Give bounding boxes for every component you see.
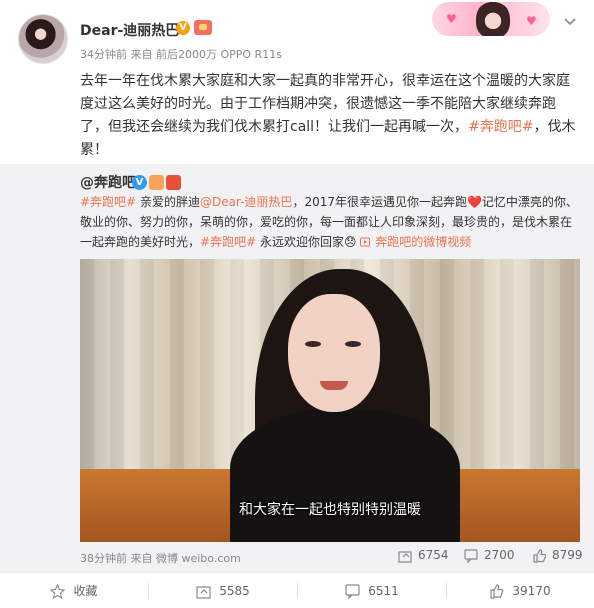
action-bar: 收藏 5585 6511 39170: [0, 572, 594, 608]
heart-icon: ♥: [446, 12, 457, 26]
star-icon: [50, 584, 66, 599]
video-person-face: [288, 294, 380, 412]
forward-icon: [196, 586, 211, 599]
forward-count: 6754: [418, 548, 449, 562]
repost-card: @奔跑吧 V #奔跑吧# 亲爱的胖迪@Dear-迪丽热巴，2017年很幸运遇见你…: [0, 164, 594, 572]
video-person-eye: [345, 341, 361, 347]
repost-text-segment: 永远欢迎你回家😞: [256, 235, 361, 249]
like-icon: [490, 584, 504, 599]
comment-icon: [345, 584, 360, 599]
mention-link[interactable]: @Dear-迪丽热巴: [200, 195, 292, 209]
video-link-label[interactable]: 奔跑吧的微博视频: [375, 235, 471, 249]
comment-count: 6511: [368, 584, 399, 598]
repost-text: #奔跑吧# 亲爱的胖迪@Dear-迪丽热巴，2017年很幸运遇见你一起奔跑❤️记…: [80, 192, 580, 252]
username[interactable]: Dear-迪丽热巴: [80, 20, 179, 40]
repost-author[interactable]: @奔跑吧: [80, 172, 136, 192]
post-meta: 34分钟前 来自 前后2000万 OPPO R11s: [80, 48, 282, 61]
repost-comment-count[interactable]: 2700: [464, 548, 515, 563]
video-person-eye: [305, 341, 321, 347]
video-person-body: [230, 409, 460, 542]
comment-icon: [464, 548, 478, 563]
post-text: 去年一年在伐木累大家庭和大家一起真的非常开心，很幸运在这个温暖的大家庭度过这么美…: [80, 70, 580, 162]
favorite-label: 收藏: [73, 584, 98, 598]
comment-count: 2700: [484, 548, 515, 562]
comment-button[interactable]: 6511: [298, 573, 446, 608]
verified-blue-icon: V: [132, 175, 147, 190]
post-header: Dear-迪丽热巴 V 34分钟前 来自 前后2000万 OPPO R11s ♥…: [0, 0, 594, 68]
verified-badge: V: [176, 21, 190, 35]
forward-icon: [398, 550, 412, 563]
repost-text-segment: 亲爱的胖迪: [136, 195, 200, 209]
video-subtitle: 和大家在一起也特别特别温暖: [239, 502, 421, 518]
repost-like-count[interactable]: 8799: [532, 548, 583, 563]
member-badge-icon[interactable]: [194, 20, 212, 35]
video-player[interactable]: 和大家在一起也特别特别温暖: [80, 259, 580, 542]
link-icon: [360, 237, 371, 247]
repost-footer: 38分钟前 来自 微博 weibo.com 6754 2700 8799: [80, 546, 583, 566]
like-count: 8799: [552, 548, 583, 562]
like-icon: [533, 548, 546, 563]
hashtag-link[interactable]: #奔跑吧#: [468, 119, 533, 135]
card-decoration: ♥ ♥: [432, 2, 550, 36]
heart-icon: ♥: [526, 14, 537, 28]
favorite-button[interactable]: 收藏: [0, 573, 148, 608]
repost-forward-count[interactable]: 6754: [398, 548, 449, 563]
like-count: 39170: [512, 584, 551, 598]
red-envelope-icon[interactable]: [166, 175, 181, 190]
repost-badges: V: [132, 172, 183, 191]
repost-meta: 38分钟前 来自 微博 weibo.com: [80, 552, 241, 565]
member-icon[interactable]: [149, 175, 164, 190]
chevron-down-icon[interactable]: [563, 14, 577, 28]
forward-button[interactable]: 5585: [149, 573, 297, 608]
forward-count: 5585: [219, 584, 250, 598]
like-button[interactable]: 39170: [446, 573, 594, 608]
hashtag-link[interactable]: #奔跑吧#: [200, 235, 256, 249]
video-link[interactable]: 奔跑吧的微博视频: [360, 235, 471, 249]
decoration-portrait: [476, 2, 510, 36]
hashtag-link[interactable]: #奔跑吧#: [80, 195, 136, 209]
avatar[interactable]: [18, 14, 68, 64]
